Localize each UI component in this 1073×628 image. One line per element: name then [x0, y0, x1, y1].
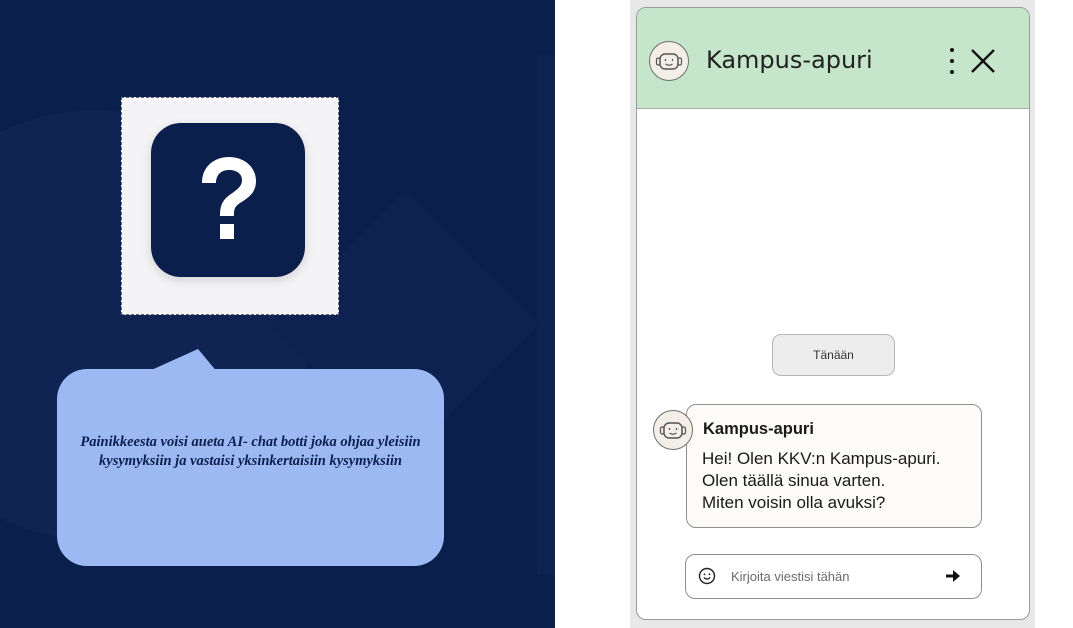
message-line: Hei! Olen KKV:n Kampus-apuri. [702, 449, 941, 468]
help-button-preview [121, 97, 339, 315]
chat-title: Kampus-apuri [706, 46, 873, 74]
presentation-panel: Painikkeesta voisi aueta AI- chat botti … [0, 0, 555, 628]
message-input[interactable] [731, 565, 931, 587]
question-mark-icon [202, 157, 256, 239]
chat-header: Kampus-apuri [637, 8, 1029, 109]
day-separator: Tänään [772, 334, 895, 376]
callout-text: Painikkeesta voisi aueta AI- chat botti … [80, 434, 421, 469]
message-sender: Kampus-apuri [703, 420, 814, 438]
emoji-icon[interactable] [698, 567, 716, 585]
callout-bubble: Painikkeesta voisi aueta AI- chat botti … [57, 369, 444, 566]
message-input-bar [685, 554, 982, 599]
robot-avatar-icon [649, 41, 689, 81]
robot-avatar-icon [653, 410, 693, 450]
send-arrow-icon[interactable] [946, 570, 960, 582]
kebab-menu-icon[interactable] [947, 48, 957, 74]
close-icon[interactable] [970, 48, 996, 74]
help-button[interactable] [151, 123, 305, 277]
message-line: Miten voisin olla avuksi? [702, 493, 886, 512]
chat-window: Kampus-apuri Tänään Kampus-apuri Hei! Ol… [636, 7, 1030, 620]
decorative-bar [537, 55, 555, 575]
bot-message: Kampus-apuri Hei! Olen KKV:n Kampus-apur… [686, 404, 982, 528]
message-line: Olen täällä sinua varten. [702, 471, 886, 490]
chat-widget-area: Kampus-apuri Tänään Kampus-apuri Hei! Ol… [630, 0, 1035, 628]
